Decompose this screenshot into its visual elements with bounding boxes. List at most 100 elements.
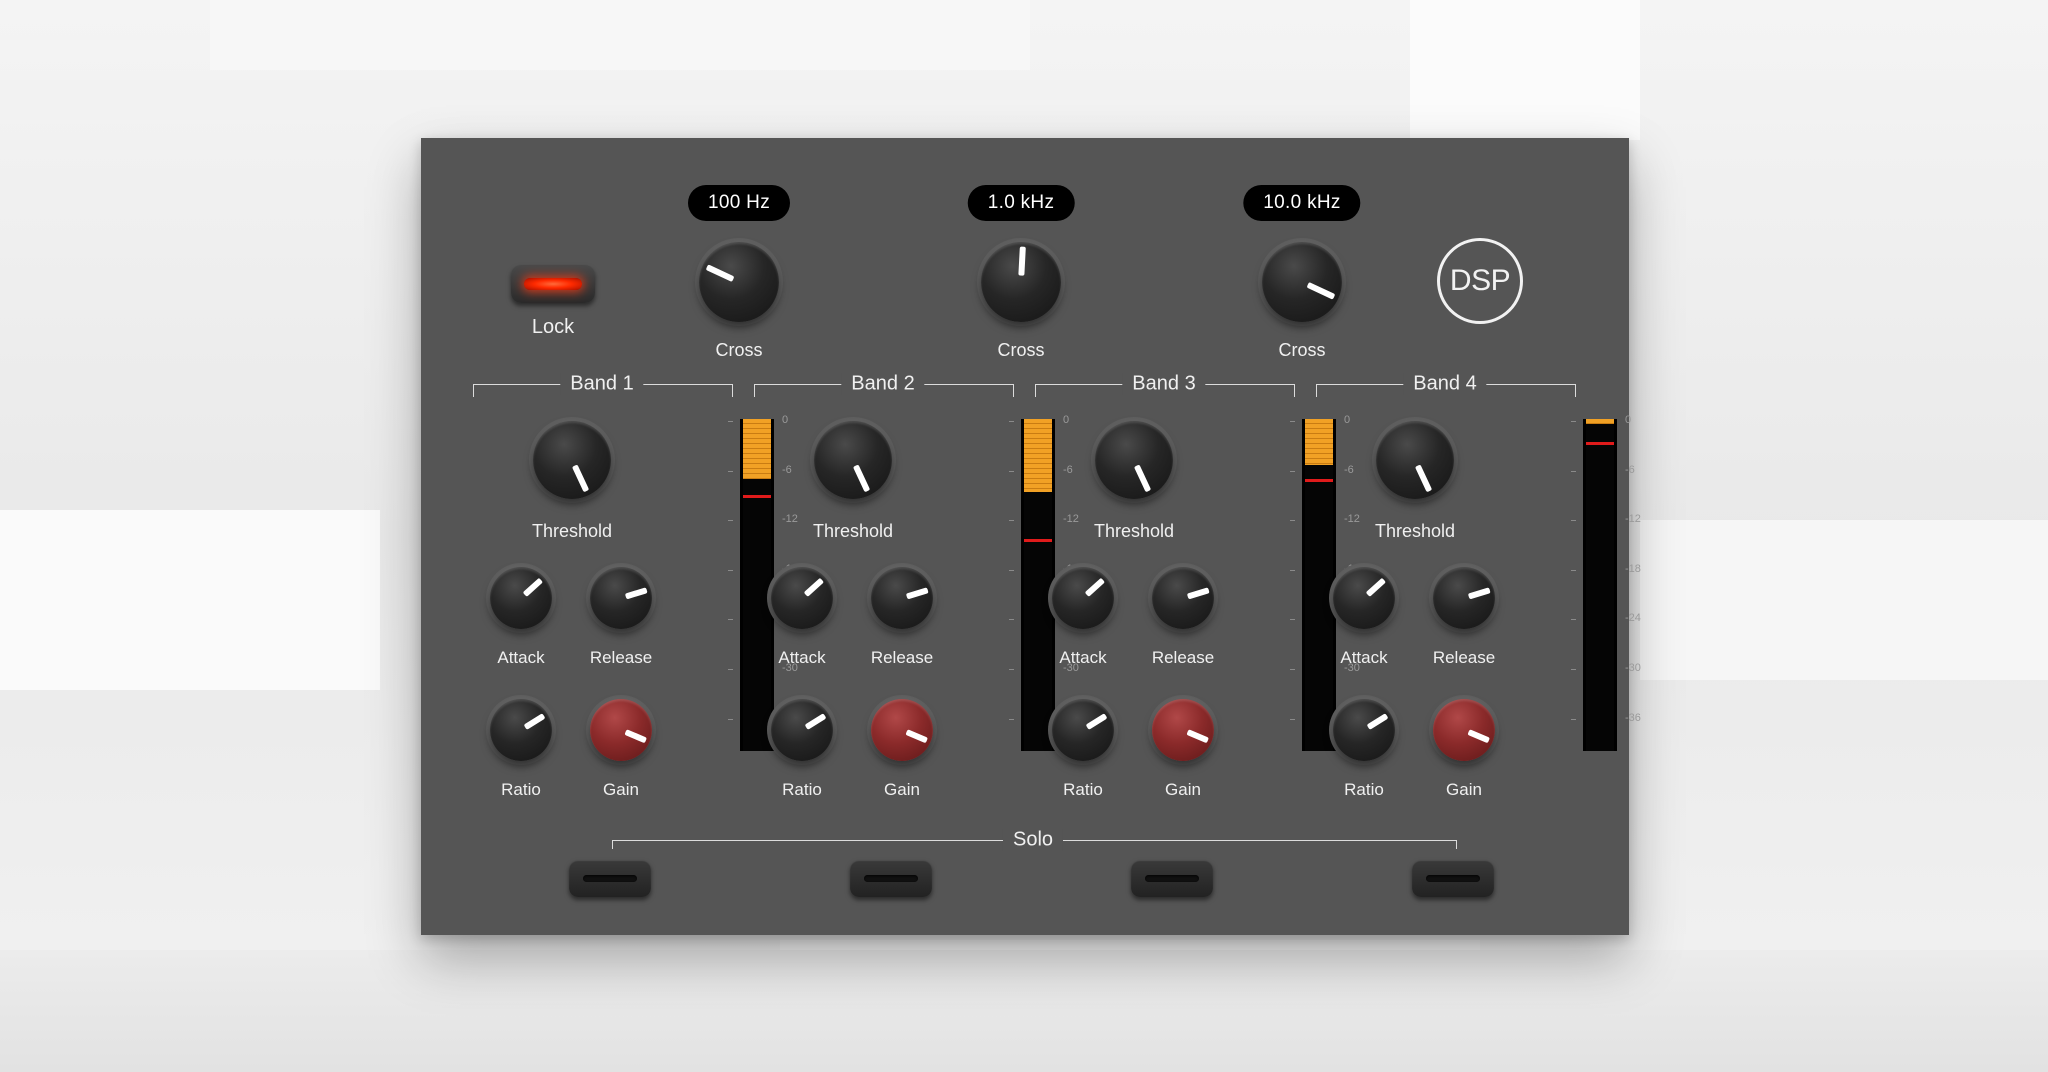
band-1-meter-scale-tick: [728, 569, 733, 571]
band-4-gain-knob-cap: [1433, 699, 1495, 761]
band-4-meter-scale-label: -30: [1625, 662, 1641, 674]
band-1-threshold-knob-cap: [533, 421, 611, 499]
band-2-meter-scale-tick: [1009, 619, 1014, 621]
crossover-2-frequency-display: 1.0 kHz: [967, 185, 1075, 221]
band-2-meter-channel-left: [1024, 419, 1038, 751]
band-2-release-knob[interactable]: [867, 563, 937, 633]
band-3-attack-knob[interactable]: [1048, 563, 1118, 633]
band-1-threshold-knob[interactable]: [529, 417, 615, 503]
crossover-1-knob-cap: [699, 242, 779, 322]
band-3-gain-knob[interactable]: [1148, 695, 1218, 765]
band-3-threshold-knob-cap: [1095, 421, 1173, 499]
band-2-meter-peak-marker: [1024, 538, 1038, 542]
band-1-gain-knob[interactable]: [586, 695, 656, 765]
crossover-1-knob[interactable]: [695, 238, 783, 326]
band-1-meter-channel-left: [743, 419, 757, 751]
band-2-threshold-knob[interactable]: [810, 417, 896, 503]
band-2-meter-scale-tick: [1009, 569, 1014, 571]
band-1-title: Band 1: [560, 372, 644, 396]
band-1-threshold-label: Threshold: [531, 521, 613, 541]
band-3-meter-fill: [1305, 419, 1319, 466]
band-3-meter-scale-tick: [1290, 421, 1295, 422]
band-3-meter-fill: [1319, 419, 1333, 466]
band-3-meter-scale-tick: [1290, 619, 1295, 621]
dsp-plugin-panel: Lock DSP Solo 100 Hz Cross 1.0 kHz Cross 10.…: [421, 138, 1641, 935]
band-1-gain-knob-cap: [590, 699, 652, 761]
band-1-meter-scale-tick: [728, 520, 733, 522]
solo-band-1-button[interactable]: [569, 860, 651, 897]
band-4-meter-peak-marker: [1600, 442, 1614, 446]
band-3-ratio-knob[interactable]: [1048, 695, 1118, 765]
band-4-ratio-knob[interactable]: [1329, 695, 1399, 765]
band-4-threshold-label: Threshold: [1374, 521, 1456, 541]
band-3-ratio-knob-cap: [1052, 699, 1114, 761]
band-3-gain-label: Gain: [1165, 780, 1201, 799]
band-1-attack-knob-cap: [490, 567, 552, 629]
band-2-meter-scale-tick: [1009, 718, 1014, 720]
band-3-meter-scale-label: -6: [1344, 463, 1354, 476]
band-1-meter-scale-tick: [728, 669, 733, 670]
band-4-threshold-knob[interactable]: [1372, 417, 1458, 503]
band-1-ratio-knob-cap: [490, 699, 552, 761]
band-4-meter-scale-tick: [1571, 669, 1576, 670]
band-4-attack-knob[interactable]: [1329, 563, 1399, 633]
crossover-3-knob[interactable]: [1258, 238, 1346, 326]
band-1-attack-knob[interactable]: [486, 563, 556, 633]
band-1-meter-fill: [743, 419, 757, 479]
band-1-release-knob[interactable]: [586, 563, 656, 633]
band-4-meter-peak-marker: [1586, 442, 1600, 446]
band-2-meter-scale-tick: [1009, 520, 1014, 522]
band-4-meter-scale-tick: [1571, 619, 1576, 621]
band-3-meter-scale-label: 0: [1344, 414, 1351, 426]
band-3-title: Band 3: [1122, 372, 1206, 396]
band-3-release-knob[interactable]: [1148, 563, 1218, 633]
band-2-threshold-knob-cap: [814, 421, 892, 499]
band-1-meter-scale-tick: [728, 619, 733, 621]
band-3-threshold-label: Threshold: [1093, 521, 1175, 541]
band-3-attack-label: Attack: [1059, 648, 1107, 667]
dsp-logo: DSP: [1437, 238, 1523, 324]
band-4-meter-scale-label: -36: [1625, 711, 1641, 724]
band-1-meter-scale-tick: [728, 718, 733, 720]
band-3-gain-knob-cap: [1152, 699, 1214, 761]
band-1-meter-scale-label: -12: [782, 513, 798, 526]
solo-band-3-button[interactable]: [1131, 860, 1213, 897]
solo-band-4-button[interactable]: [1412, 860, 1494, 897]
solo-band-4-button-slot: [1426, 875, 1480, 882]
band-2-attack-knob[interactable]: [767, 563, 837, 633]
band-4-release-knob[interactable]: [1429, 563, 1499, 633]
band-2-meter-scale-tick: [1009, 421, 1014, 422]
band-2-ratio-knob[interactable]: [767, 695, 837, 765]
band-4-attack-knob-cap: [1333, 567, 1395, 629]
band-1-ratio-knob[interactable]: [486, 695, 556, 765]
crossover-1-label: Cross: [715, 340, 763, 360]
band-2-meter-scale-tick: [1009, 470, 1014, 472]
band-4-level-meter: [1583, 419, 1617, 751]
band-4-ratio-label: Ratio: [1344, 780, 1384, 799]
solo-band-2-button[interactable]: [850, 860, 932, 897]
band-4-meter-scale-label: -18: [1625, 562, 1641, 575]
crossover-3-frequency-display: 10.0 kHz: [1243, 185, 1361, 221]
band-3-threshold-knob[interactable]: [1091, 417, 1177, 503]
solo-band-3-button-slot: [1145, 875, 1199, 882]
band-2-gain-knob[interactable]: [867, 695, 937, 765]
band-3-meter-scale-tick: [1290, 470, 1295, 472]
band-1-release-knob-cap: [590, 567, 652, 629]
band-2-attack-label: Attack: [778, 648, 826, 667]
band-3-meter-channel-left: [1305, 419, 1319, 751]
lock-toggle-button[interactable]: [511, 265, 595, 303]
band-4-meter-scale-tick: [1571, 520, 1576, 522]
band-3-meter-scale-tick: [1290, 718, 1295, 720]
band-4-meter-scale-tick: [1571, 470, 1576, 472]
crossover-2-knob[interactable]: [977, 238, 1065, 326]
band-1-ratio-label: Ratio: [501, 780, 541, 799]
band-2-title: Band 2: [841, 372, 925, 396]
band-4-meter-channel-right: [1600, 419, 1614, 751]
band-1-meter-peak-marker: [757, 495, 771, 499]
band-1-attack-label: Attack: [497, 648, 545, 667]
band-4-meter-scale-label: -6: [1625, 463, 1635, 476]
band-4-gain-knob[interactable]: [1429, 695, 1499, 765]
band-2-attack-knob-cap: [771, 567, 833, 629]
band-4-release-knob-cap: [1433, 567, 1495, 629]
band-4-title: Band 4: [1403, 372, 1487, 396]
